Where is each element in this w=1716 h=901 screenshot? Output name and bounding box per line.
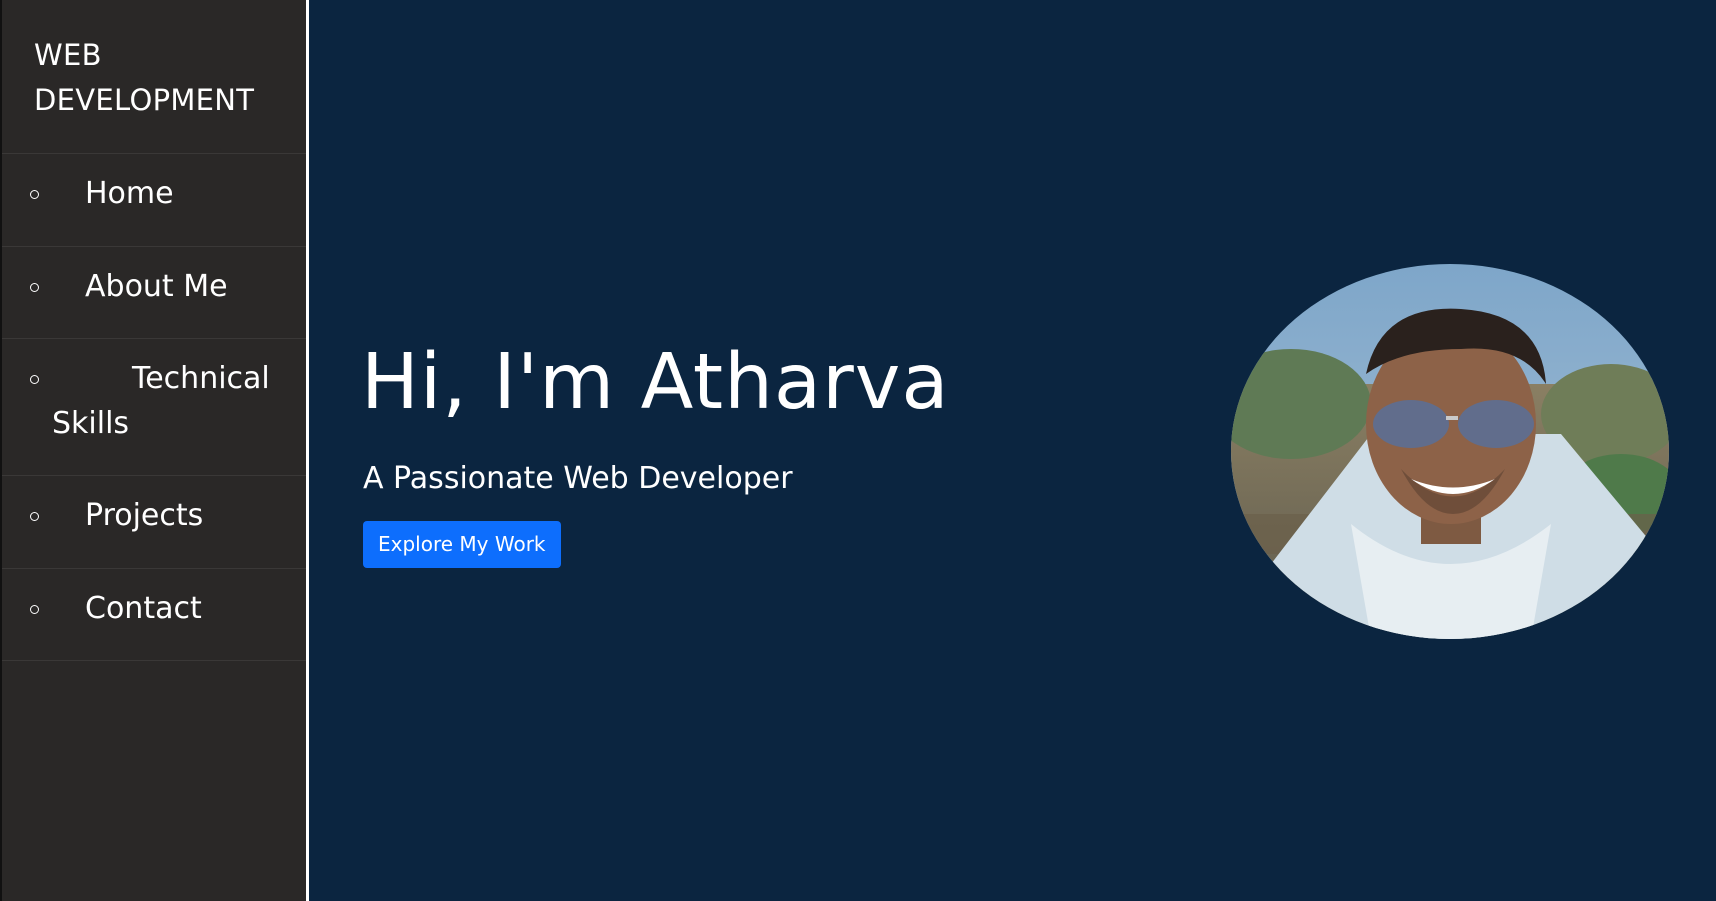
bullet-icon	[30, 605, 39, 614]
hero-title: Hi, I'm Atharva	[361, 338, 950, 427]
bullet-icon	[30, 283, 39, 292]
sidebar-item-technical-skills[interactable]: Technical Skills	[2, 339, 306, 476]
bullet-icon	[30, 190, 39, 199]
sidebar-item-contact[interactable]: Contact	[2, 569, 306, 661]
page: WEB DEVELOPMENT Home About Me Technical …	[0, 0, 1716, 901]
profile-photo-illustration	[1231, 264, 1669, 639]
sidebar-item-label: Contact	[85, 591, 202, 626]
brand-title: WEB DEVELOPMENT	[2, 0, 306, 154]
explore-work-button[interactable]: Explore My Work	[363, 521, 561, 568]
sidebar-item-projects[interactable]: Projects	[2, 476, 306, 569]
sidebar-item-label: Technical Skills	[52, 361, 270, 441]
hero-section: Hi, I'm Atharva A Passionate Web Develop…	[309, 0, 1716, 901]
bullet-icon	[30, 375, 39, 384]
sidebar-item-label: Projects	[85, 498, 204, 533]
sidebar-nav: Home About Me Technical Skills Projects …	[2, 154, 306, 661]
bullet-icon	[30, 512, 39, 521]
sidebar-item-home[interactable]: Home	[2, 154, 306, 247]
profile-photo	[1231, 264, 1669, 639]
sidebar-item-about-me[interactable]: About Me	[2, 247, 306, 339]
hero-subtitle: A Passionate Web Developer	[363, 461, 793, 496]
sidebar: WEB DEVELOPMENT Home About Me Technical …	[0, 0, 309, 901]
sidebar-item-label: Home	[85, 176, 174, 211]
sidebar-item-label: About Me	[85, 269, 228, 304]
